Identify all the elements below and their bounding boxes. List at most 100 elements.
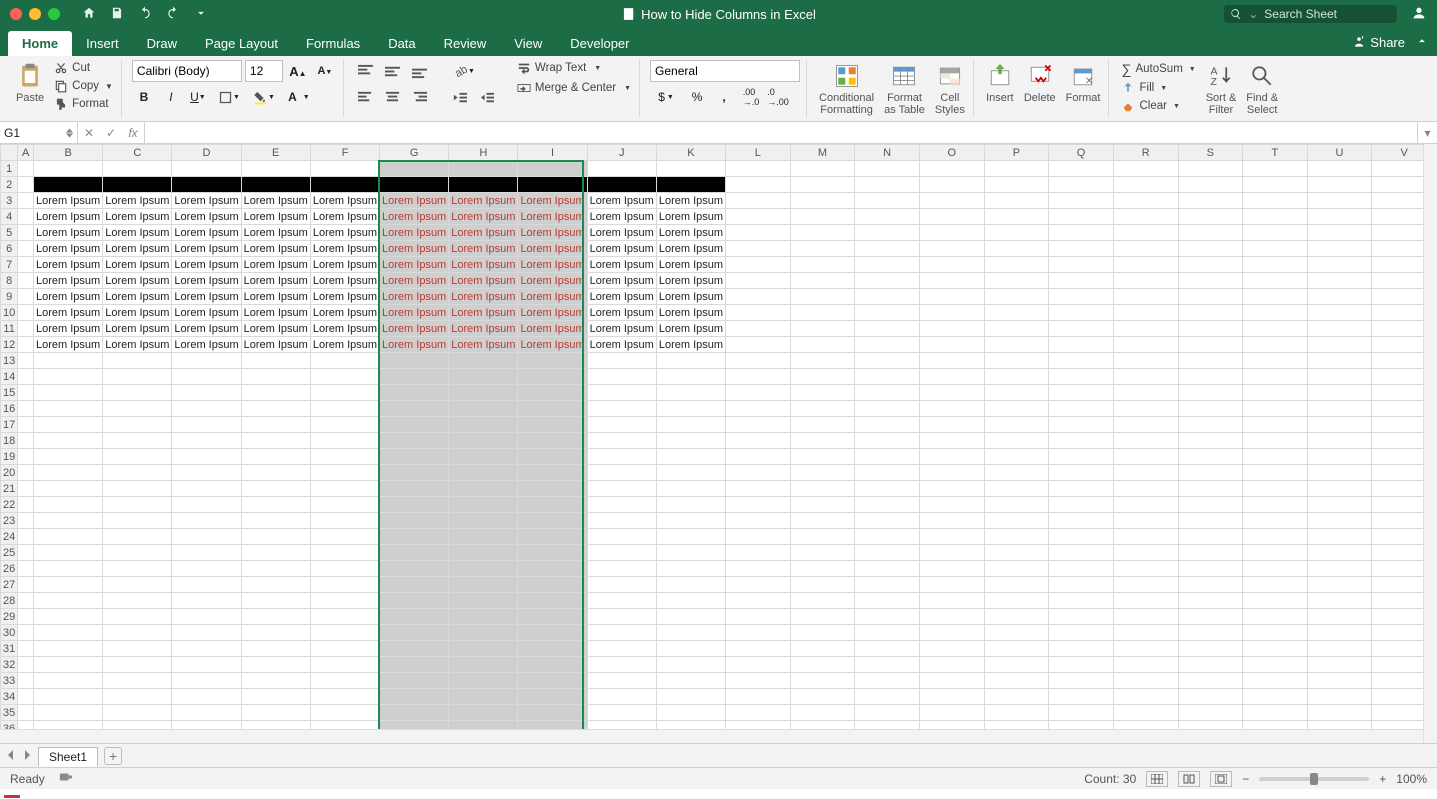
cell[interactable] bbox=[18, 337, 34, 353]
cell[interactable] bbox=[587, 513, 656, 529]
cell[interactable]: Lorem Ipsum bbox=[172, 241, 241, 257]
cell[interactable] bbox=[18, 625, 34, 641]
cell[interactable] bbox=[984, 273, 1049, 289]
row-header[interactable]: 21 bbox=[1, 481, 18, 497]
cell[interactable] bbox=[726, 625, 791, 641]
column-header[interactable]: R bbox=[1113, 145, 1178, 161]
cell[interactable] bbox=[984, 593, 1049, 609]
cell[interactable] bbox=[790, 273, 855, 289]
cell[interactable] bbox=[1113, 673, 1178, 689]
cell[interactable] bbox=[855, 225, 920, 241]
cell[interactable] bbox=[1049, 673, 1114, 689]
row-header[interactable]: 14 bbox=[1, 369, 18, 385]
cell[interactable] bbox=[18, 161, 34, 177]
cell[interactable] bbox=[1049, 513, 1114, 529]
cell[interactable] bbox=[172, 577, 241, 593]
cell[interactable] bbox=[790, 177, 855, 193]
cell[interactable] bbox=[790, 705, 855, 721]
cell[interactable] bbox=[1113, 305, 1178, 321]
cell[interactable] bbox=[790, 193, 855, 209]
cell[interactable] bbox=[855, 641, 920, 657]
tab-page-layout[interactable]: Page Layout bbox=[191, 31, 292, 56]
tab-home[interactable]: Home bbox=[8, 31, 72, 56]
cell[interactable] bbox=[172, 465, 241, 481]
cell[interactable] bbox=[1243, 641, 1308, 657]
cell[interactable] bbox=[449, 433, 518, 449]
row-header[interactable]: 7 bbox=[1, 257, 18, 273]
underline-button[interactable]: U▼ bbox=[186, 86, 210, 108]
cell[interactable] bbox=[103, 497, 172, 513]
cell[interactable] bbox=[1049, 401, 1114, 417]
cell[interactable] bbox=[919, 353, 984, 369]
cell[interactable] bbox=[18, 241, 34, 257]
cell[interactable]: Lorem Ipsum bbox=[172, 273, 241, 289]
cell[interactable] bbox=[656, 545, 725, 561]
cell[interactable] bbox=[1049, 545, 1114, 561]
cell[interactable] bbox=[1113, 433, 1178, 449]
cell[interactable] bbox=[790, 209, 855, 225]
cell[interactable] bbox=[790, 385, 855, 401]
cell[interactable] bbox=[380, 705, 449, 721]
cell[interactable] bbox=[1049, 289, 1114, 305]
cell[interactable] bbox=[1307, 337, 1372, 353]
cell[interactable] bbox=[726, 353, 791, 369]
cell[interactable] bbox=[1049, 577, 1114, 593]
cell[interactable] bbox=[1307, 673, 1372, 689]
column-header[interactable]: P bbox=[984, 145, 1049, 161]
cell[interactable] bbox=[1243, 561, 1308, 577]
cell[interactable] bbox=[587, 529, 656, 545]
cell[interactable] bbox=[790, 561, 855, 577]
autosum-button[interactable]: ∑AutoSum▼ bbox=[1119, 60, 1197, 78]
cell[interactable] bbox=[919, 465, 984, 481]
zoom-window-button[interactable] bbox=[48, 8, 60, 20]
cell[interactable] bbox=[241, 561, 310, 577]
cell[interactable] bbox=[310, 417, 379, 433]
conditional-formatting-button[interactable]: Conditional Formatting bbox=[817, 60, 876, 118]
merge-center-button[interactable]: Merge & Center▼ bbox=[515, 80, 633, 96]
cell[interactable] bbox=[656, 353, 725, 369]
cell[interactable] bbox=[172, 385, 241, 401]
cell[interactable] bbox=[34, 657, 103, 673]
cell[interactable]: Lorem Ipsum bbox=[34, 273, 103, 289]
tab-review[interactable]: Review bbox=[430, 31, 501, 56]
cell[interactable]: Lorem Ipsum bbox=[310, 209, 379, 225]
cell[interactable] bbox=[984, 321, 1049, 337]
cell[interactable]: Lorem Ipsum bbox=[380, 321, 449, 337]
row-header[interactable]: 31 bbox=[1, 641, 18, 657]
cell[interactable] bbox=[241, 177, 310, 193]
cell[interactable] bbox=[1243, 497, 1308, 513]
cell[interactable] bbox=[18, 577, 34, 593]
cell[interactable] bbox=[855, 177, 920, 193]
column-header[interactable]: O bbox=[919, 145, 984, 161]
cell[interactable] bbox=[726, 449, 791, 465]
cell[interactable] bbox=[790, 593, 855, 609]
cell[interactable] bbox=[18, 417, 34, 433]
cell[interactable] bbox=[380, 401, 449, 417]
cell[interactable]: Lorem Ipsum bbox=[241, 193, 310, 209]
cell[interactable] bbox=[18, 657, 34, 673]
row-header[interactable]: 29 bbox=[1, 609, 18, 625]
row-header[interactable]: 34 bbox=[1, 689, 18, 705]
column-header[interactable]: F bbox=[310, 145, 379, 161]
cell[interactable] bbox=[984, 449, 1049, 465]
cell[interactable] bbox=[1178, 369, 1243, 385]
row-header[interactable]: 8 bbox=[1, 273, 18, 289]
expand-formula-bar-button[interactable]: ▾ bbox=[1417, 122, 1437, 143]
delete-cells-button[interactable]: Delete bbox=[1022, 60, 1058, 106]
cell[interactable] bbox=[449, 657, 518, 673]
cell[interactable] bbox=[380, 465, 449, 481]
cell[interactable] bbox=[1049, 305, 1114, 321]
cell[interactable] bbox=[1049, 705, 1114, 721]
cell[interactable] bbox=[103, 545, 172, 561]
zoom-value[interactable]: 100% bbox=[1396, 772, 1427, 786]
cell[interactable] bbox=[310, 593, 379, 609]
cell[interactable] bbox=[855, 705, 920, 721]
cell[interactable] bbox=[1178, 305, 1243, 321]
cell[interactable] bbox=[103, 449, 172, 465]
cell[interactable] bbox=[1307, 449, 1372, 465]
cell[interactable] bbox=[726, 657, 791, 673]
cell[interactable]: Lorem Ipsum bbox=[172, 305, 241, 321]
cell[interactable]: Lorem Ipsum bbox=[103, 209, 172, 225]
cell[interactable] bbox=[1178, 225, 1243, 241]
column-header[interactable]: C bbox=[103, 145, 172, 161]
